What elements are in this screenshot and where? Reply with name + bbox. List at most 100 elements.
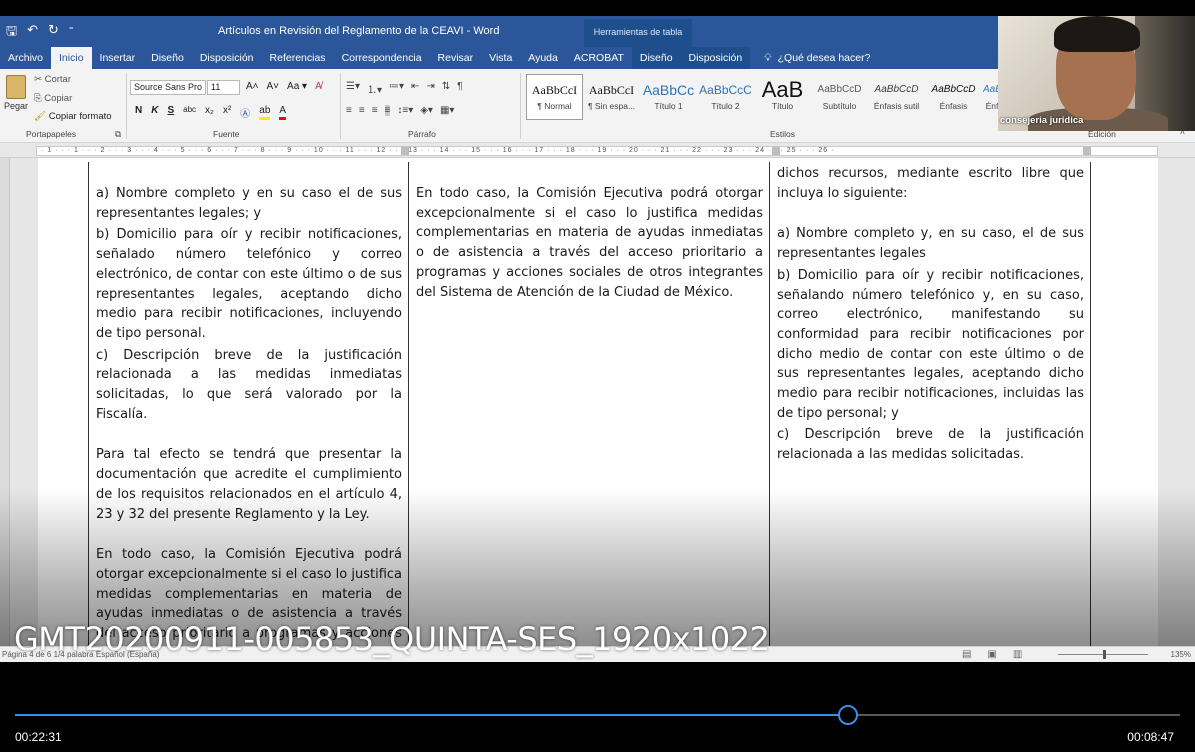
tab-archivo[interactable]: Archivo <box>0 47 51 69</box>
style-titulo-1[interactable]: AaBbCc Título 1 <box>640 74 697 120</box>
clear-format-icon[interactable]: A̸ <box>315 81 322 92</box>
style-preview: AaBbCcI <box>588 83 635 97</box>
table-cell-col3[interactable]: dichos recursos, mediante escrito libre … <box>770 164 1090 648</box>
column-marker[interactable] <box>401 147 409 155</box>
style-enfasis[interactable]: AaBbCcD Énfasis <box>925 74 982 120</box>
group-divider <box>126 73 127 139</box>
seek-handle[interactable] <box>837 705 858 725</box>
strikethrough-button[interactable]: abc <box>183 105 196 120</box>
table-cell-col2[interactable]: En todo caso, la Comisión Ejecutiva podr… <box>409 184 769 648</box>
column-marker[interactable] <box>1083 147 1091 155</box>
lightbulb-icon: 💡︎ <box>764 52 772 64</box>
italic-button[interactable]: K <box>151 105 158 120</box>
font-name-select[interactable]: Source Sans Pro <box>130 80 206 95</box>
format-painter-button[interactable]: 🖌︎ Copiar formato <box>34 111 112 122</box>
multilevel-list-icon[interactable]: ≔▾ <box>389 81 404 96</box>
tab-disposicion[interactable]: Disposición <box>192 47 262 69</box>
superscript-button[interactable]: x² <box>223 105 231 120</box>
clipboard-icon <box>6 75 26 99</box>
increase-indent-icon[interactable]: ⇥ <box>426 81 434 96</box>
tab-referencias[interactable]: Referencias <box>262 47 334 69</box>
tab-vista[interactable]: Vista <box>481 47 520 69</box>
line-spacing-icon[interactable]: ↕≡▾ <box>397 105 413 116</box>
numbering-icon[interactable]: ⒈▾ <box>367 81 382 96</box>
save-icon[interactable]: 🖫 <box>6 22 17 44</box>
justify-icon[interactable]: ≡ <box>384 105 391 116</box>
tell-me-text: ¿Qué desea hacer? <box>777 52 871 64</box>
tab-ayuda[interactable]: Ayuda <box>520 47 566 69</box>
tab-inicio[interactable]: Inicio <box>51 47 92 69</box>
quick-access-toolbar: 🖫 ↶ ↻ ₌ <box>6 22 74 44</box>
video-filename: GMT20200911-005853_QUINTA-SES_1920x1022 <box>14 620 770 658</box>
tab-acrobat[interactable]: ACROBAT <box>566 47 632 69</box>
horizontal-ruler: · 1 · · · 1 · · · 2 · · · 3 · · · 4 · · … <box>0 143 1195 158</box>
style-normal[interactable]: AaBbCcI ¶ Normal <box>526 74 583 120</box>
customize-qat-icon[interactable]: ₌ <box>69 22 74 44</box>
paragraph-group-label: Párrafo <box>408 129 436 139</box>
subscript-button[interactable]: x₂ <box>205 105 214 120</box>
scissors-icon: ✂ <box>34 74 45 85</box>
tab-correspondencia[interactable]: Correspondencia <box>334 47 430 69</box>
style-name: Subtítulo <box>822 101 857 111</box>
tab-table-diseno[interactable]: Diseño <box>631 47 681 69</box>
cell-paragraph: b) Domicilio para oír y recibir notifica… <box>96 227 402 341</box>
top-letterbox <box>0 0 1195 16</box>
tell-me-box[interactable]: 💡︎ ¿Qué desea hacer? <box>750 47 870 69</box>
tab-insertar[interactable]: Insertar <box>92 47 144 69</box>
print-layout-icon[interactable]: ▣ <box>987 649 996 660</box>
ruler-scale[interactable]: · 1 · · · 1 · · · 2 · · · 3 · · · 4 · · … <box>36 146 1158 156</box>
tab-revisar[interactable]: Revisar <box>430 47 482 69</box>
paste-button[interactable]: Pegar <box>4 75 28 111</box>
shrink-font-icon[interactable]: A˅ <box>267 81 280 92</box>
brush-icon: 🖌︎ <box>34 111 49 122</box>
vertical-ruler <box>0 158 10 648</box>
decrease-indent-icon[interactable]: ⇤ <box>411 81 419 96</box>
format-painter-label: Copiar formato <box>48 111 112 122</box>
copy-button[interactable]: ⎘ Copiar <box>34 93 72 104</box>
clipboard-launcher-icon[interactable]: ⧉ <box>115 129 121 140</box>
bullets-icon[interactable]: ☰▾ <box>346 81 360 96</box>
style-titulo-2[interactable]: AaBbCcC Título 2 <box>697 74 754 120</box>
style-enfasis-sutil[interactable]: AaBbCcD Énfasis sutil <box>868 74 925 120</box>
font-size-select[interactable]: 11 <box>207 80 240 95</box>
style-titulo[interactable]: AaB Título <box>754 74 811 120</box>
align-left-icon[interactable]: ≡ <box>346 105 352 116</box>
read-mode-icon[interactable]: ▤ <box>962 649 971 660</box>
cut-button[interactable]: ✂ Cortar <box>34 74 71 85</box>
style-name: Énfasis sutil <box>873 101 920 111</box>
font-color-icon[interactable]: A <box>279 105 287 120</box>
shading-icon[interactable]: ◈▾ <box>420 105 433 116</box>
sort-icon[interactable]: ⇅ <box>442 81 450 96</box>
column-marker[interactable] <box>772 147 780 155</box>
document-page[interactable]: a) Nombre completo y en su caso el de su… <box>38 158 1158 648</box>
group-divider <box>520 73 521 139</box>
redo-icon[interactable]: ↻ <box>48 22 59 44</box>
zoom-level[interactable]: 135% <box>1171 650 1191 659</box>
style-name: Título <box>771 101 794 111</box>
style-subtitulo[interactable]: AaBbCcD Subtítulo <box>811 74 868 120</box>
table-cell-col1[interactable]: a) Nombre completo y en su caso el de su… <box>89 184 408 648</box>
copy-icon: ⎘ <box>34 93 45 104</box>
context-tab-group-label: Herramientas de tabla <box>584 19 692 47</box>
underline-button[interactable]: S <box>167 105 174 120</box>
undo-icon[interactable]: ↶ <box>27 22 38 44</box>
bold-button[interactable]: N <box>135 105 142 120</box>
style-sin-espaciado[interactable]: AaBbCcI ¶ Sin espa... <box>583 74 640 120</box>
borders-icon[interactable]: ▦▾ <box>440 105 454 116</box>
web-layout-icon[interactable]: ▥ <box>1013 649 1022 660</box>
change-case-icon[interactable]: Aa ▾ <box>287 81 307 92</box>
pilcrow-icon[interactable]: ¶ <box>457 81 462 96</box>
clipboard-group-label: Portapapeles <box>26 129 77 139</box>
zoom-slider-knob[interactable] <box>1103 650 1106 659</box>
style-preview: AaBbCc <box>642 82 695 98</box>
tab-table-disposicion[interactable]: Disposición <box>680 47 751 69</box>
align-center-icon[interactable]: ≡ <box>359 105 365 116</box>
styles-group-label: Estilos <box>770 129 796 139</box>
text-effects-icon[interactable]: Ⓐ <box>240 105 250 120</box>
align-right-icon[interactable]: ≡ <box>372 105 378 116</box>
seek-bar[interactable] <box>15 714 1180 716</box>
grow-font-icon[interactable]: A˄ <box>246 81 259 92</box>
tab-diseno[interactable]: Diseño <box>143 47 192 69</box>
cell-paragraph: a) Nombre completo y en su caso el de su… <box>96 186 402 221</box>
highlight-icon[interactable]: ab <box>259 105 271 120</box>
